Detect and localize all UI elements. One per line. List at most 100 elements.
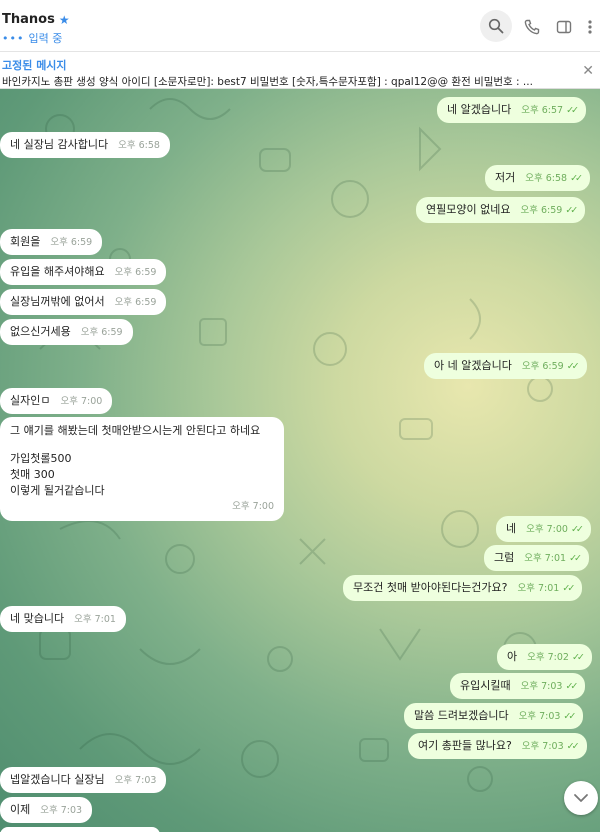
message-line: 첫매 300 bbox=[10, 468, 55, 481]
message-time: 오후 7:01 bbox=[517, 583, 560, 594]
message-text: 아 네 알겠습니다 bbox=[434, 359, 512, 372]
message-text: 네 알겠습니다 bbox=[447, 103, 512, 116]
read-checks-icon: ✓✓ bbox=[570, 173, 583, 184]
message-time: 오후 6:59 bbox=[521, 361, 564, 372]
scroll-to-bottom-button[interactable] bbox=[564, 781, 598, 815]
sidebar-toggle-icon bbox=[556, 20, 572, 34]
message-bubble-outgoing[interactable]: 유입시킬때 오후 7:03 ✓✓ bbox=[450, 673, 586, 699]
message-time: 오후 7:03 bbox=[114, 775, 157, 786]
chevron-down-icon bbox=[574, 794, 588, 802]
message-time: 오후 7:03 bbox=[518, 711, 561, 722]
message-time: 오후 7:00 bbox=[526, 524, 568, 535]
search-icon bbox=[488, 18, 504, 34]
star-icon: ★ bbox=[58, 12, 70, 27]
message-bubble-incoming[interactable]: 없으신거세용 오후 6:59 bbox=[0, 319, 133, 345]
message-bubble-outgoing[interactable]: 네 알겠습니다 오후 6:57 ✓✓ bbox=[437, 97, 586, 123]
message-text: 유입을 해주셔야해요 bbox=[10, 265, 105, 278]
message-bubble-outgoing[interactable]: 말씀 드려보겠습니다 오후 7:03 ✓✓ bbox=[404, 703, 584, 729]
message-text: 저거 bbox=[495, 171, 516, 184]
message-time: 오후 7:00 bbox=[232, 501, 274, 512]
partial-message-bubble bbox=[0, 827, 160, 832]
chat-area[interactable]: 네 알겠습니다 오후 6:57 ✓✓ 네 실장님 감사합니다 오후 6:58 저거 오후… bbox=[0, 89, 600, 832]
sidebar-toggle-button[interactable] bbox=[551, 14, 577, 40]
typing-status: ••• 입력 중 bbox=[2, 30, 62, 46]
message-bubble-incoming[interactable]: 네 실장님 감사합니다 오후 6:58 bbox=[0, 132, 170, 158]
read-checks-icon: ✓✓ bbox=[570, 524, 584, 535]
message-bubble-incoming[interactable]: 회원을 오후 6:59 bbox=[0, 229, 103, 255]
message-time: 오후 6:59 bbox=[80, 327, 123, 338]
read-checks-icon: ✓✓ bbox=[565, 681, 578, 692]
message-text: 유입시킬때 bbox=[460, 679, 511, 692]
message-time: 오후 6:59 bbox=[520, 205, 563, 216]
message-text: 없으신거세용 bbox=[10, 325, 71, 338]
message-bubble-incoming[interactable]: 넵알겠습니다 실장님 오후 7:03 bbox=[0, 767, 167, 793]
message-time: 오후 7:01 bbox=[74, 614, 116, 625]
pinned-text[interactable]: 바인카지노 총판 생성 양식 아이디 [소문자로만]: best7 비밀번호 [… bbox=[2, 74, 572, 89]
contact-name[interactable]: Thanos bbox=[2, 12, 55, 27]
typing-status-text: 입력 중 bbox=[28, 32, 63, 45]
message-text: 넵알겠습니다 실장님 bbox=[10, 773, 105, 786]
message-bubble-outgoing[interactable]: 연필모양이 없네요 오후 6:59 ✓✓ bbox=[416, 197, 586, 223]
read-checks-icon: ✓✓ bbox=[566, 741, 580, 752]
pinned-message-bar[interactable]: 고정된 메시지 바인카지노 총판 생성 양식 아이디 [소문자로만]: best… bbox=[0, 53, 600, 89]
read-checks-icon: ✓✓ bbox=[563, 711, 576, 722]
message-bubble-incoming[interactable]: 유입을 해주셔야해요 오후 6:59 bbox=[0, 259, 167, 285]
message-text: 네 bbox=[506, 522, 517, 535]
message-bubble-incoming[interactable]: 이제 오후 7:03 bbox=[0, 797, 93, 823]
chat-header: Thanos ★ ••• 입력 중 bbox=[0, 0, 600, 52]
message-text: 연필모양이 없네요 bbox=[426, 203, 511, 216]
message-line bbox=[10, 439, 274, 451]
typing-dots-icon: ••• bbox=[2, 32, 25, 45]
message-bubble-outgoing[interactable]: 네 오후 7:00 ✓✓ bbox=[496, 516, 591, 542]
more-vertical-icon bbox=[588, 20, 592, 34]
message-time: 오후 6:58 bbox=[525, 173, 568, 184]
message-line: 이렇게 될거같습니다 bbox=[10, 484, 105, 497]
message-text: 회원을 bbox=[10, 235, 41, 248]
message-text: 말씀 드려보겠습니다 bbox=[414, 709, 509, 722]
message-text: 네 실장님 감사합니다 bbox=[10, 138, 109, 151]
message-text: 그럼 bbox=[494, 551, 515, 564]
message-text: 여기 총판들 많나요? bbox=[418, 739, 512, 752]
search-button[interactable] bbox=[480, 10, 512, 42]
message-text: 무조건 첫매 받아야된다는건가요? bbox=[353, 581, 508, 594]
message-line: 가입첫롤500 bbox=[10, 452, 72, 465]
message-time: 오후 7:03 bbox=[520, 681, 563, 692]
message-line: 그 얘기를 해봤는데 첫매안받으시는게 안된다고 하네요 bbox=[10, 424, 261, 437]
message-bubble-outgoing[interactable]: 아 네 알겠습니다 오후 6:59 ✓✓ bbox=[424, 353, 587, 379]
read-checks-icon: ✓✓ bbox=[569, 553, 582, 564]
phone-icon bbox=[524, 19, 540, 35]
message-bubble-incoming[interactable]: 실장님꺼밖에 없어서 오후 6:59 bbox=[0, 289, 167, 315]
read-checks-icon: ✓✓ bbox=[565, 205, 578, 216]
message-time: 오후 7:01 bbox=[524, 553, 567, 564]
message-text: 실장님꺼밖에 없어서 bbox=[10, 295, 105, 308]
message-time: 오후 6:59 bbox=[50, 237, 93, 248]
message-time: 오후 6:57 bbox=[521, 105, 564, 116]
message-bubble-outgoing[interactable]: 그럼 오후 7:01 ✓✓ bbox=[484, 545, 590, 571]
message-text: 네 맞습니다 bbox=[10, 612, 65, 625]
message-time: 오후 7:03 bbox=[40, 805, 83, 816]
read-checks-icon: ✓✓ bbox=[562, 583, 575, 594]
more-button[interactable] bbox=[580, 14, 600, 40]
read-checks-icon: ✓✓ bbox=[571, 652, 585, 663]
message-bubble-outgoing[interactable]: 무조건 첫매 받아야된다는건가요? 오후 7:01 ✓✓ bbox=[343, 575, 583, 601]
read-checks-icon: ✓✓ bbox=[566, 105, 579, 116]
read-checks-icon: ✓✓ bbox=[566, 361, 580, 372]
message-bubble-incoming[interactable]: 네 맞습니다 오후 7:01 bbox=[0, 606, 126, 632]
message-time: 오후 7:03 bbox=[521, 741, 564, 752]
message-text: 아 bbox=[507, 650, 518, 663]
message-time: 오후 7:00 bbox=[60, 396, 103, 407]
message-text: 실자인ㅁ bbox=[10, 394, 51, 407]
message-text: 이제 bbox=[10, 803, 31, 816]
message-bubble-incoming-multiline[interactable]: 그 얘기를 해봤는데 첫매안받으시는게 안된다고 하네요 가입첫롤500 첫매 … bbox=[0, 417, 284, 521]
message-bubble-outgoing[interactable]: 저거 오후 6:58 ✓✓ bbox=[485, 165, 591, 191]
pinned-list-icon[interactable]: ✕ bbox=[582, 63, 594, 79]
message-time: 오후 6:59 bbox=[114, 267, 157, 278]
message-bubble-incoming[interactable]: 실자인ㅁ 오후 7:00 bbox=[0, 388, 113, 414]
message-time: 오후 6:58 bbox=[118, 140, 160, 151]
message-time: 오후 7:02 bbox=[527, 652, 569, 663]
call-button[interactable] bbox=[519, 14, 545, 40]
message-bubble-outgoing[interactable]: 여기 총판들 많나요? 오후 7:03 ✓✓ bbox=[408, 733, 587, 759]
chat-title[interactable]: Thanos ★ bbox=[2, 12, 70, 27]
pinned-label: 고정된 메시지 bbox=[2, 59, 67, 72]
message-bubble-outgoing[interactable]: 아 오후 7:02 ✓✓ bbox=[497, 644, 592, 670]
